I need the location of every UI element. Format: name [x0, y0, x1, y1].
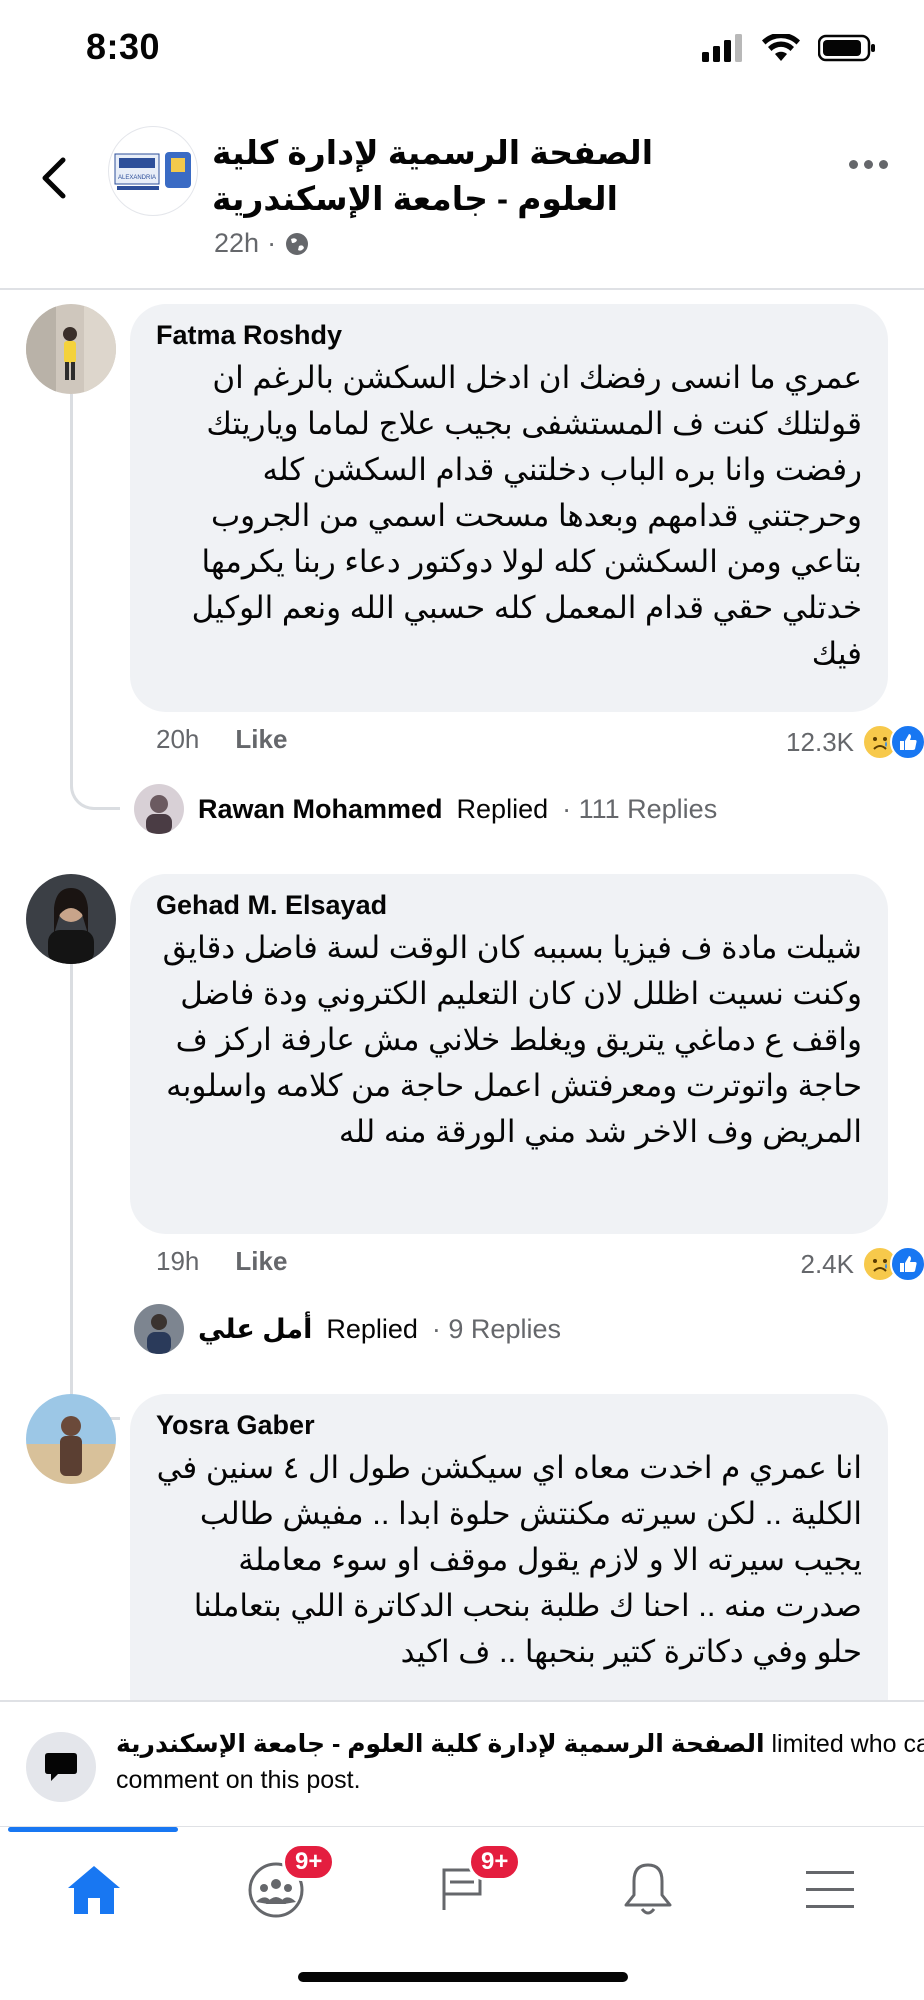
tab-home[interactable] — [34, 1845, 154, 1935]
wifi-icon — [762, 34, 800, 61]
comment-text: انا عمري م اخدت معاه اي سيكشن طول ال ٤ س… — [156, 1450, 862, 1669]
comment-bubble[interactable]: Gehad M. Elsayad شيلت مادة ف فيزيا بسببه… — [130, 874, 888, 1234]
tab-notifications[interactable] — [588, 1845, 708, 1935]
active-tab-indicator — [8, 1827, 178, 1832]
comment-author[interactable]: Fatma Roshdy — [156, 320, 862, 351]
page-title[interactable]: الصفحة الرسمية لإدارة كلية العلوم - جامع… — [212, 130, 732, 222]
reply-label: Replied — [326, 1313, 418, 1344]
commenter-avatar[interactable] — [26, 304, 116, 394]
comment: Gehad M. Elsayad شيلت مادة ف فيزيا بسببه… — [0, 870, 924, 1420]
reply-count: · 9 Replies — [431, 1313, 561, 1344]
reply-label: Replied — [456, 793, 549, 824]
like-button[interactable]: Like — [235, 1246, 287, 1277]
comment-restriction-notice: الصفحة الرسمية لإدارة كلية العلوم - جامع… — [0, 1700, 924, 1826]
restriction-text: الصفحة الرسمية لإدارة كلية العلوم - جامع… — [116, 1726, 924, 1798]
comment-bubble[interactable]: Fatma Roshdy عمري ما انسى رفضك ان ادخل ا… — [130, 304, 888, 712]
comment: Yosra Gaber انا عمري م اخدت معاه اي سيكش… — [0, 1390, 924, 1734]
reply-author: أمل علي — [198, 1313, 313, 1344]
battery-icon — [818, 34, 875, 62]
tab-feeds[interactable]: 9+ — [402, 1843, 522, 1935]
reply-thread-line — [70, 964, 120, 1420]
cellular-signal-icon — [702, 34, 742, 62]
meta-separator: · — [267, 228, 277, 258]
restriction-line1: limited who can — [771, 1730, 924, 1758]
reply-author: Rawan Mohammed — [198, 793, 443, 824]
home-icon — [68, 1866, 120, 1914]
comment: Fatma Roshdy عمري ما انسى رفضك ان ادخل ا… — [0, 300, 924, 850]
groups-badge: 9+ — [282, 1843, 336, 1881]
menu-icon — [806, 1871, 854, 1908]
back-button[interactable] — [30, 148, 76, 208]
feeds-badge: 9+ — [468, 1843, 522, 1881]
like-reaction-icon — [890, 724, 924, 760]
status-bar: 8:30 — [0, 0, 924, 100]
home-indicator — [298, 1972, 628, 1982]
more-dot-icon — [879, 160, 888, 169]
commenter-avatar[interactable] — [26, 1394, 116, 1484]
post-time[interactable]: 22h — [214, 228, 259, 259]
status-icons — [702, 34, 876, 62]
university-logo-icon: ALEXANDRIA — [114, 152, 191, 190]
reply-count: · 111 Replies — [562, 793, 718, 824]
comment-actions: 20h Like 12.3K — [156, 724, 924, 760]
more-dot-icon — [864, 160, 873, 169]
reply-avatar — [134, 784, 184, 834]
svg-text:ALEXANDRIA: ALEXANDRIA — [118, 175, 156, 181]
reaction-count: 2.4K — [800, 1248, 855, 1279]
status-time: 8:30 — [86, 26, 161, 67]
comment-text: شيلت مادة ف فيزيا بسببه كان الوقت لسة فا… — [162, 930, 862, 1149]
avatar-photo-icon — [26, 304, 116, 394]
more-options-button[interactable] — [849, 160, 888, 169]
restriction-page-name: الصفحة الرسمية لإدارة كلية العلوم - جامع… — [116, 1730, 765, 1758]
comment-bubble[interactable]: Yosra Gaber انا عمري م اخدت معاه اي سيكش… — [130, 1394, 888, 1734]
comment-text: عمري ما انسى رفضك ان ادخل السكشن بالرغم … — [191, 360, 862, 671]
replies-link[interactable]: Rawan Mohammed Replied · 111 Replies — [134, 784, 717, 834]
tab-menu[interactable] — [770, 1845, 890, 1935]
comment-time[interactable]: 19h — [156, 1246, 199, 1277]
comment-time[interactable]: 20h — [156, 724, 199, 755]
commenter-avatar[interactable] — [26, 874, 116, 964]
post-meta: 22h · — [214, 228, 310, 259]
globe-icon — [286, 232, 309, 255]
avatar-photo-icon — [26, 874, 116, 964]
chevron-left-icon — [42, 157, 66, 199]
reply-thread-line — [70, 394, 120, 810]
reaction-count: 12.3K — [786, 726, 854, 757]
avatar-photo-icon — [26, 1394, 116, 1484]
reply-avatar — [134, 1304, 184, 1354]
reaction-summary[interactable]: 12.3K — [786, 724, 924, 760]
comment-author[interactable]: Gehad M. Elsayad — [156, 890, 862, 921]
restriction-line2: comment on this post. — [116, 1766, 361, 1794]
page-avatar[interactable]: ALEXANDRIA — [108, 126, 198, 216]
more-dot-icon — [849, 160, 858, 169]
comment-bubble-icon — [26, 1732, 96, 1802]
like-reaction-icon — [890, 1246, 924, 1282]
tab-groups[interactable]: 9+ — [216, 1843, 336, 1935]
comment-actions: 19h Like 2.4K — [156, 1246, 924, 1282]
replies-link[interactable]: أمل علي Replied · 9 Replies — [134, 1304, 561, 1354]
like-button[interactable]: Like — [235, 724, 287, 755]
post-header: ALEXANDRIA الصفحة الرسمية لإدارة كلية ال… — [0, 100, 924, 290]
reaction-summary[interactable]: 2.4K — [801, 1246, 924, 1282]
comment-author[interactable]: Yosra Gaber — [156, 1410, 862, 1441]
bell-icon — [624, 1863, 672, 1915]
